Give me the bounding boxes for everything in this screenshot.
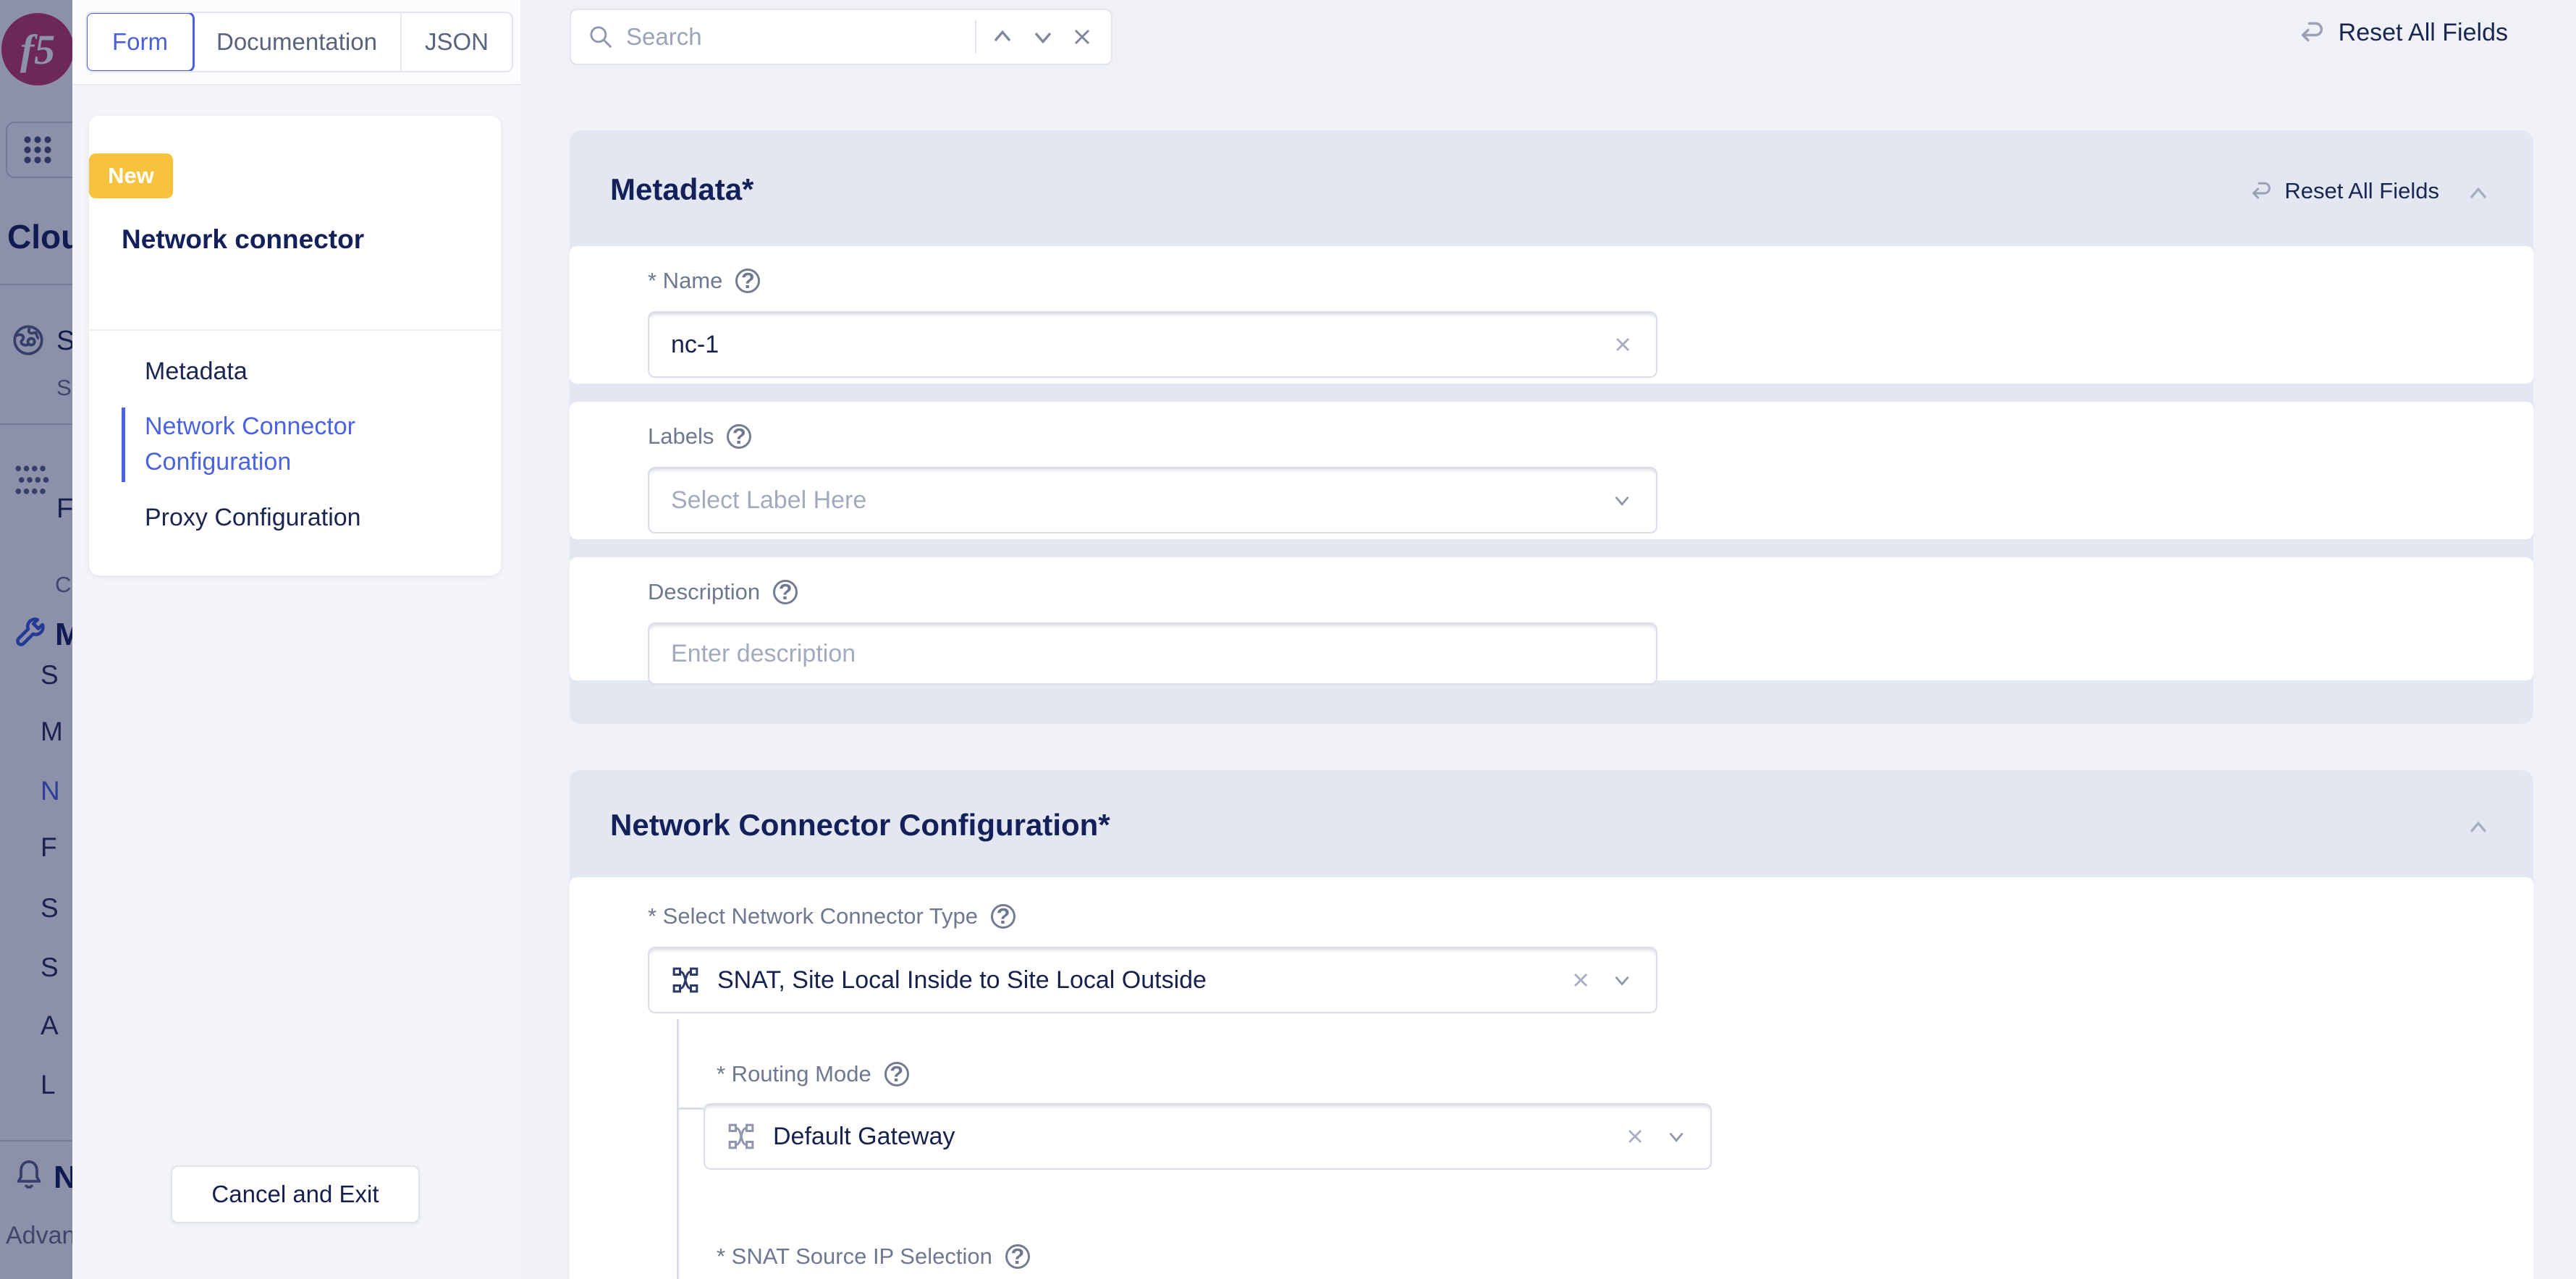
help-icon[interactable]: ?	[727, 424, 751, 449]
form-main-area: Reset All Fields Metadata* Reset All Fie…	[520, 0, 2576, 1279]
help-icon[interactable]: ?	[735, 269, 760, 293]
description-field-label-row: Description ?	[648, 579, 2533, 605]
new-badge: New	[89, 153, 173, 198]
help-icon[interactable]: ?	[1005, 1244, 1030, 1269]
labels-field-row: Labels ? Select Label Here	[570, 402, 2533, 539]
help-icon[interactable]: ?	[773, 580, 798, 604]
cancel-and-exit-button[interactable]: Cancel and Exit	[171, 1165, 420, 1223]
connector-type-label-row: * Select Network Connector Type ?	[648, 903, 2533, 929]
search-clear-icon[interactable]	[1069, 24, 1095, 50]
panel-tabs-bar: Form Documentation JSON	[72, 0, 520, 85]
divider	[89, 329, 501, 331]
metadata-reset-fields-button[interactable]: Reset All Fields	[2248, 178, 2439, 204]
description-field-label: Description	[648, 579, 760, 605]
chevron-down-icon[interactable]	[1610, 488, 1634, 512]
description-field-row: Description ?	[570, 557, 2533, 680]
connector-type-label: * Select Network Connector Type	[648, 903, 978, 929]
labels-field-label-row: Labels ?	[648, 423, 2533, 449]
metadata-section-card: Metadata* Reset All Fields * Name ?	[570, 130, 2533, 724]
form-nav-card: New Network connector Metadata Network C…	[89, 116, 501, 575]
search-icon	[587, 23, 615, 51]
nav-item-network-connector-configuration[interactable]: Network Connector Configuration	[122, 408, 433, 482]
clear-icon[interactable]	[1569, 968, 1592, 992]
name-input[interactable]	[671, 331, 1594, 359]
search-input[interactable]	[626, 23, 963, 51]
nesting-branch-line	[677, 1107, 704, 1110]
name-input-box	[648, 311, 1657, 378]
reset-all-fields-label: Reset All Fields	[2339, 19, 2508, 47]
ncc-fields-row: * Select Network Connector Type ? SNAT, …	[570, 877, 2533, 1279]
help-icon[interactable]: ?	[991, 904, 1015, 929]
nav-item-metadata[interactable]: Metadata	[89, 347, 501, 396]
undo-icon	[2248, 178, 2274, 204]
labels-select[interactable]: Select Label Here	[648, 467, 1657, 533]
divider	[975, 20, 976, 54]
name-field-label: * Name	[648, 268, 722, 294]
snat-source-ip-label-row: * SNAT Source IP Selection ?	[717, 1244, 1030, 1270]
metadata-reset-fields-label: Reset All Fields	[2284, 178, 2439, 204]
description-input[interactable]	[671, 640, 1634, 668]
tab-form[interactable]: Form	[85, 12, 195, 72]
form-search-bar	[570, 9, 1112, 65]
search-next-icon[interactable]	[1029, 22, 1057, 51]
view-mode-tabs: Form Documentation JSON	[85, 12, 513, 72]
tab-json[interactable]: JSON	[402, 13, 512, 71]
snat-source-ip-label: * SNAT Source IP Selection	[717, 1244, 992, 1270]
chevron-down-icon[interactable]	[1610, 968, 1634, 992]
routing-mode-select[interactable]: Default Gateway	[704, 1103, 1712, 1170]
form-section-nav: Metadata Network Connector Configuration…	[89, 347, 501, 542]
routing-mode-label-row: * Routing Mode ?	[717, 1061, 909, 1087]
routing-mode-value: Default Gateway	[773, 1123, 1606, 1151]
network-connector-icon	[671, 966, 700, 995]
ncc-section-card: Network Connector Configuration* * Selec…	[570, 770, 2533, 1279]
chevron-down-icon[interactable]	[1664, 1124, 1689, 1149]
description-input-box	[648, 622, 1657, 685]
metadata-section-title: Metadata*	[610, 172, 753, 207]
collapse-chevron-icon[interactable]	[2464, 180, 2493, 208]
clear-icon[interactable]	[1611, 333, 1634, 356]
routing-mode-label: * Routing Mode	[717, 1061, 871, 1087]
tab-documentation[interactable]: Documentation	[193, 13, 402, 71]
nav-item-proxy-configuration[interactable]: Proxy Configuration	[89, 494, 501, 542]
clear-icon[interactable]	[1623, 1125, 1647, 1148]
search-prev-icon[interactable]	[988, 22, 1017, 51]
name-field-label-row: * Name ?	[648, 268, 2533, 294]
form-slideout-panel: Form Documentation JSON New Network conn…	[72, 0, 520, 1279]
reset-all-fields-button[interactable]: Reset All Fields	[2297, 17, 2508, 48]
help-icon[interactable]: ?	[884, 1062, 909, 1086]
undo-icon	[2297, 17, 2327, 48]
connector-type-value: SNAT, Site Local Inside to Site Local Ou…	[717, 966, 1552, 995]
object-title: Network connector	[122, 224, 364, 255]
labels-select-placeholder: Select Label Here	[671, 486, 1592, 515]
ncc-section-title: Network Connector Configuration*	[610, 808, 1110, 843]
app-window: f5 S Clou S S	[0, 0, 2576, 1279]
collapse-chevron-icon[interactable]	[2464, 814, 2493, 843]
nesting-connector-line	[677, 1019, 679, 1279]
name-field-row: * Name ?	[570, 246, 2533, 384]
connector-type-select[interactable]: SNAT, Site Local Inside to Site Local Ou…	[648, 947, 1657, 1013]
labels-field-label: Labels	[648, 423, 714, 449]
network-connector-icon	[727, 1122, 756, 1151]
